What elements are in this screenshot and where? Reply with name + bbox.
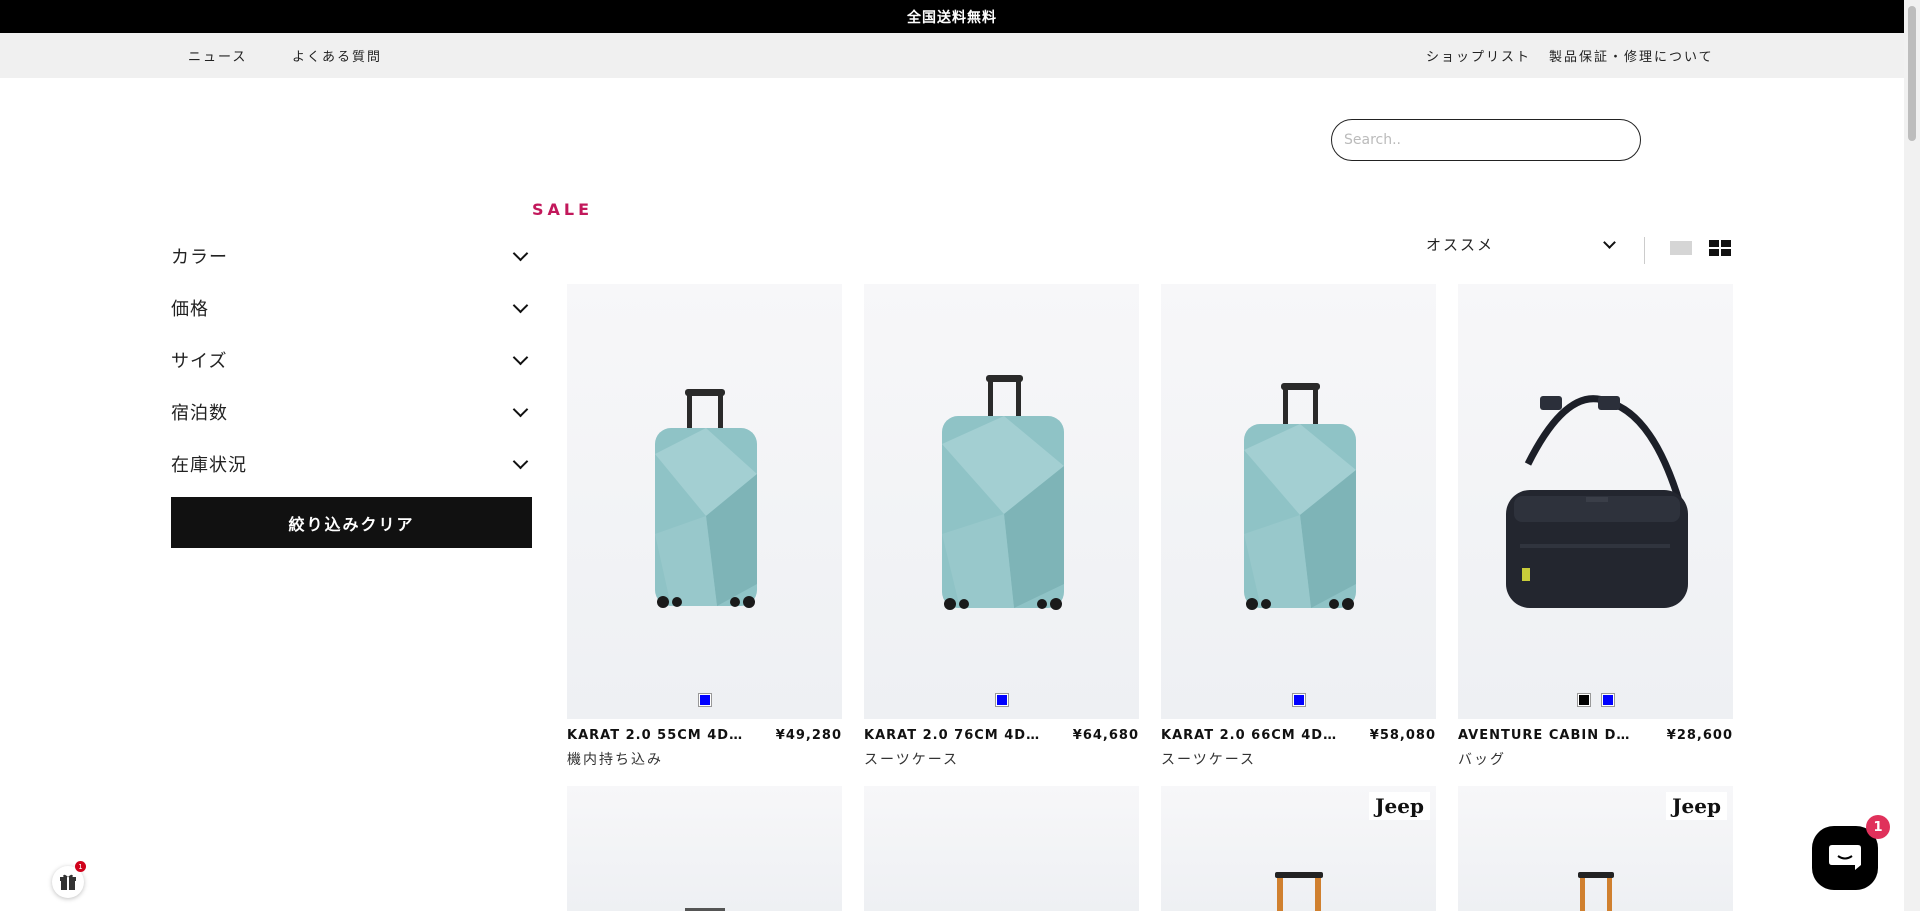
product-illustration xyxy=(685,908,725,911)
color-swatch[interactable] xyxy=(1291,693,1306,707)
product-name[interactable]: KARAT 2.0 55CM 4D… xyxy=(567,728,743,743)
product-image[interactable] xyxy=(1161,284,1436,719)
product-category: 機内持ち込み xyxy=(567,752,663,768)
chevron-down-icon xyxy=(1603,236,1616,249)
filter-label: 宿泊数 xyxy=(171,403,228,424)
chat-icon xyxy=(1829,845,1861,870)
color-swatches xyxy=(1161,693,1436,707)
nav-link-news[interactable]: ニュース xyxy=(188,46,247,65)
collection-title: SALE xyxy=(532,200,594,219)
nav-link-shop-list[interactable]: ショップリスト xyxy=(1426,46,1531,65)
suitcase-illustration xyxy=(942,375,1064,610)
product-category: スーツケース xyxy=(1161,752,1257,768)
filter-price[interactable]: 価格 xyxy=(171,288,532,328)
product-category: バッグ xyxy=(1458,752,1506,768)
search-input[interactable] xyxy=(1331,119,1641,161)
sort-value: オススメ xyxy=(1426,236,1495,254)
announcement-bar: 全国送料無料 xyxy=(0,0,1904,33)
color-swatch[interactable] xyxy=(1600,693,1615,707)
filter-label: 在庫状況 xyxy=(171,455,247,476)
color-swatches xyxy=(1458,693,1733,707)
toolbar-divider xyxy=(1644,237,1645,264)
gift-badge: 1 xyxy=(75,861,86,872)
color-swatches xyxy=(864,693,1139,707)
nav-link-faq[interactable]: よくある質問 xyxy=(292,46,382,65)
gift-icon xyxy=(60,874,76,890)
product-price: ¥28,600 xyxy=(1666,728,1733,743)
filter-label: サイズ xyxy=(171,351,228,372)
filter-color[interactable]: カラー xyxy=(171,236,532,276)
product-image[interactable]: Jeep xyxy=(1458,786,1733,911)
duffel-bag-illustration xyxy=(1506,395,1688,608)
filter-nights[interactable]: 宿泊数 xyxy=(171,392,532,432)
product-name[interactable]: KARAT 2.0 66CM 4D… xyxy=(1161,728,1337,743)
product-image[interactable] xyxy=(864,284,1139,719)
chevron-down-icon xyxy=(512,245,529,262)
announcement-text: 全国送料無料 xyxy=(907,9,997,26)
product-image[interactable]: Jeep xyxy=(1161,786,1436,911)
brand-logo: Jeep xyxy=(1666,792,1727,820)
product-price: ¥64,680 xyxy=(1072,728,1139,743)
suitcase-illustration xyxy=(655,389,757,608)
product-image[interactable] xyxy=(567,284,842,719)
color-swatches xyxy=(567,693,842,707)
gift-widget-button[interactable]: 1 xyxy=(52,861,86,898)
chevron-down-icon xyxy=(512,349,529,366)
product-price: ¥58,080 xyxy=(1369,728,1436,743)
clear-filters-button[interactable]: 絞り込みクリア xyxy=(171,497,532,548)
product-image[interactable] xyxy=(864,786,1139,911)
product-name[interactable]: AVENTURE CABIN D… xyxy=(1458,728,1630,743)
chevron-down-icon xyxy=(512,297,529,314)
filter-size[interactable]: サイズ xyxy=(171,340,532,380)
product-image[interactable] xyxy=(1458,284,1733,719)
utility-nav: ニュース よくある質問 ショップリスト 製品保証・修理について xyxy=(0,33,1904,78)
grid-view-icon[interactable] xyxy=(1709,240,1731,256)
color-swatch[interactable] xyxy=(994,693,1009,707)
chat-badge: 1 xyxy=(1866,815,1890,839)
filter-label: カラー xyxy=(171,247,228,268)
nav-link-warranty[interactable]: 製品保証・修理について xyxy=(1549,46,1714,65)
product-name[interactable]: KARAT 2.0 76CM 4D… xyxy=(864,728,1040,743)
chevron-down-icon xyxy=(512,453,529,470)
sort-select[interactable]: オススメ xyxy=(1426,232,1616,258)
scrollbar-thumb[interactable] xyxy=(1908,6,1916,141)
product-price: ¥49,280 xyxy=(775,728,842,743)
chevron-down-icon xyxy=(512,401,529,418)
list-view-icon[interactable] xyxy=(1670,241,1692,255)
chat-widget-button[interactable]: 1 xyxy=(1812,815,1890,890)
filter-availability[interactable]: 在庫状況 xyxy=(171,444,532,484)
product-category: スーツケース xyxy=(864,752,960,768)
page-scrollbar[interactable] xyxy=(1904,0,1920,911)
filter-label: 価格 xyxy=(171,299,209,320)
color-swatch[interactable] xyxy=(697,693,712,707)
brand-logo: Jeep xyxy=(1369,792,1430,820)
color-swatch[interactable] xyxy=(1576,693,1591,707)
suitcase-illustration xyxy=(1244,383,1356,610)
product-image[interactable] xyxy=(567,786,842,911)
